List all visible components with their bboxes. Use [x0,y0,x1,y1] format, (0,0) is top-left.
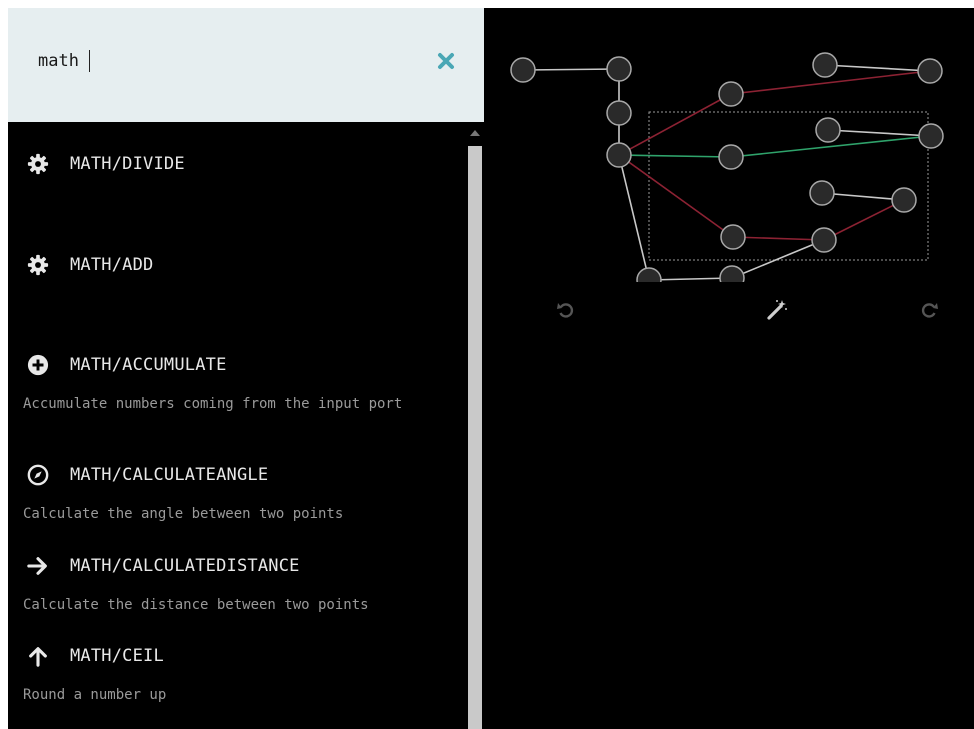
plus-circle-icon [26,353,50,377]
graph-node [718,144,744,170]
graph-node [811,227,837,253]
result-title: MATH/ACCUMULATE [70,355,227,375]
graph-node [815,117,841,143]
result-item-math-add[interactable]: MATH/ADD [8,253,464,313]
graph-edge [823,199,905,241]
redo-icon [921,303,938,318]
result-description: Round a number up [23,687,167,703]
graph-edge [731,239,825,279]
graph-node [917,58,943,84]
result-description: Accumulate numbers coming from the input… [23,396,403,412]
result-item-math-calculatedistance[interactable]: MATH/CALCULATEDISTANCE Calculate the dis… [8,554,464,624]
arrow-right-icon [26,554,50,578]
graph-node [606,142,632,168]
graph-node [812,52,838,78]
result-item-math-calculateangle[interactable]: MATH/CALCULATEANGLE Calculate the angle … [8,463,464,533]
clear-search-button[interactable] [433,48,459,74]
undo-icon [557,303,574,318]
graph-node [809,180,835,206]
result-title: MATH/CALCULATEANGLE [70,465,269,485]
graph-node [606,100,632,126]
gear-icon [26,152,50,176]
autolayout-button[interactable] [763,296,791,324]
scroll-up-arrow-icon[interactable] [470,130,480,136]
search-bar [8,8,484,122]
graph-node [606,56,632,82]
result-description: Calculate the distance between two point… [23,597,369,613]
result-item-math-ceil[interactable]: MATH/CEIL Round a number up [8,644,464,714]
graph-edge [618,93,732,156]
graph-node [918,123,944,149]
graph-node [510,57,536,83]
search-panel: MATH/DIVIDE MATH/ADD [8,8,484,729]
result-item-math-divide[interactable]: MATH/DIVIDE [8,152,464,212]
result-item-math-accumulate[interactable]: MATH/ACCUMULATE Accumulate numbers comin… [8,353,464,443]
arrow-up-icon [26,644,50,668]
graph-preview-panel [484,8,974,729]
graph-edge [522,68,620,71]
result-description: Calculate the angle between two points [23,506,344,522]
magic-wand-icon [767,300,787,320]
graph-edge [824,64,931,72]
scrollbar-thumb[interactable] [468,146,482,729]
result-title: MATH/CALCULATEDISTANCE [70,556,300,576]
graph-node [720,224,746,250]
graph-edge [827,129,932,137]
close-icon [438,53,454,69]
graph-canvas[interactable] [484,8,974,308]
result-title: MATH/DIVIDE [70,154,185,174]
search-input[interactable] [38,46,418,76]
selection-box [648,111,929,261]
graph-edge [618,154,732,158]
result-title: MATH/ADD [70,255,154,275]
app-window: MATH/DIVIDE MATH/ADD [8,8,974,729]
redo-button[interactable] [915,296,943,324]
graph-edge [732,236,825,241]
text-caret [89,50,90,72]
gear-icon [26,253,50,277]
results-list: MATH/DIVIDE MATH/ADD MATH/ACCUMULATE Acc… [8,122,464,729]
undo-button[interactable] [552,296,580,324]
graph-node [891,187,917,213]
results-scrollbar[interactable] [466,122,484,729]
result-title: MATH/CEIL [70,646,164,666]
graph-node [718,81,744,107]
compass-icon [26,463,50,487]
